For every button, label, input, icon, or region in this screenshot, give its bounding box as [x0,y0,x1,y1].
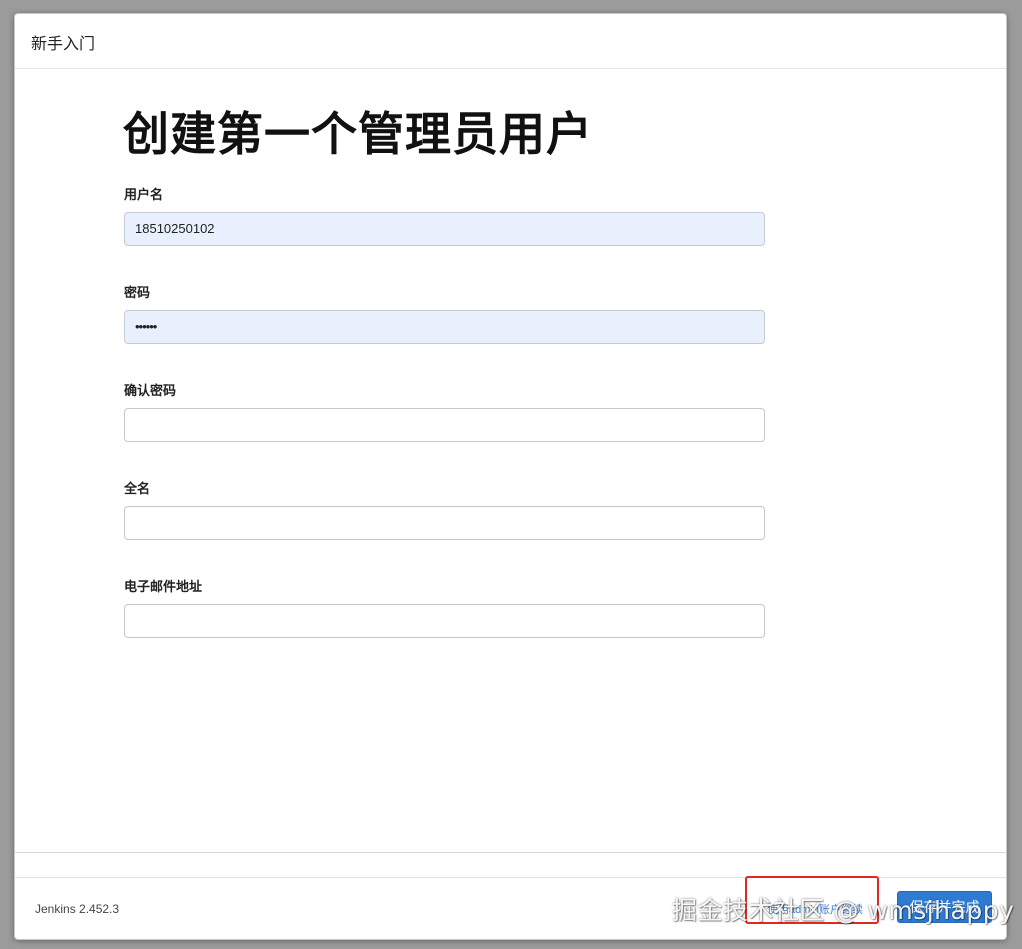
password-field[interactable]: •••••• [124,310,765,344]
watermark: 掘金技术社区 @ wmsjhappy [672,896,1015,925]
page-title: 创建第一个管理员用户 [123,107,593,161]
confirm-password-field[interactable] [124,408,765,442]
password-label: 密码 [124,286,151,301]
full-name-field[interactable] [124,506,765,540]
email-field[interactable] [124,604,765,638]
confirm-password-label: 确认密码 [124,384,177,399]
dialog-title: 新手入门 [31,34,96,53]
email-label: 电子邮件地址 [124,580,203,595]
setup-dialog: 新手入门 创建第一个管理员用户 用户名 18510250102 密码 •••••… [14,13,1007,940]
username-field[interactable]: 18510250102 [124,212,765,246]
version-label: Jenkins 2.452.3 [35,902,120,916]
content-divider [15,852,1006,853]
dialog-header: 新手入门 [15,14,1006,69]
username-label: 用户名 [124,188,164,203]
full-name-label: 全名 [124,482,151,497]
